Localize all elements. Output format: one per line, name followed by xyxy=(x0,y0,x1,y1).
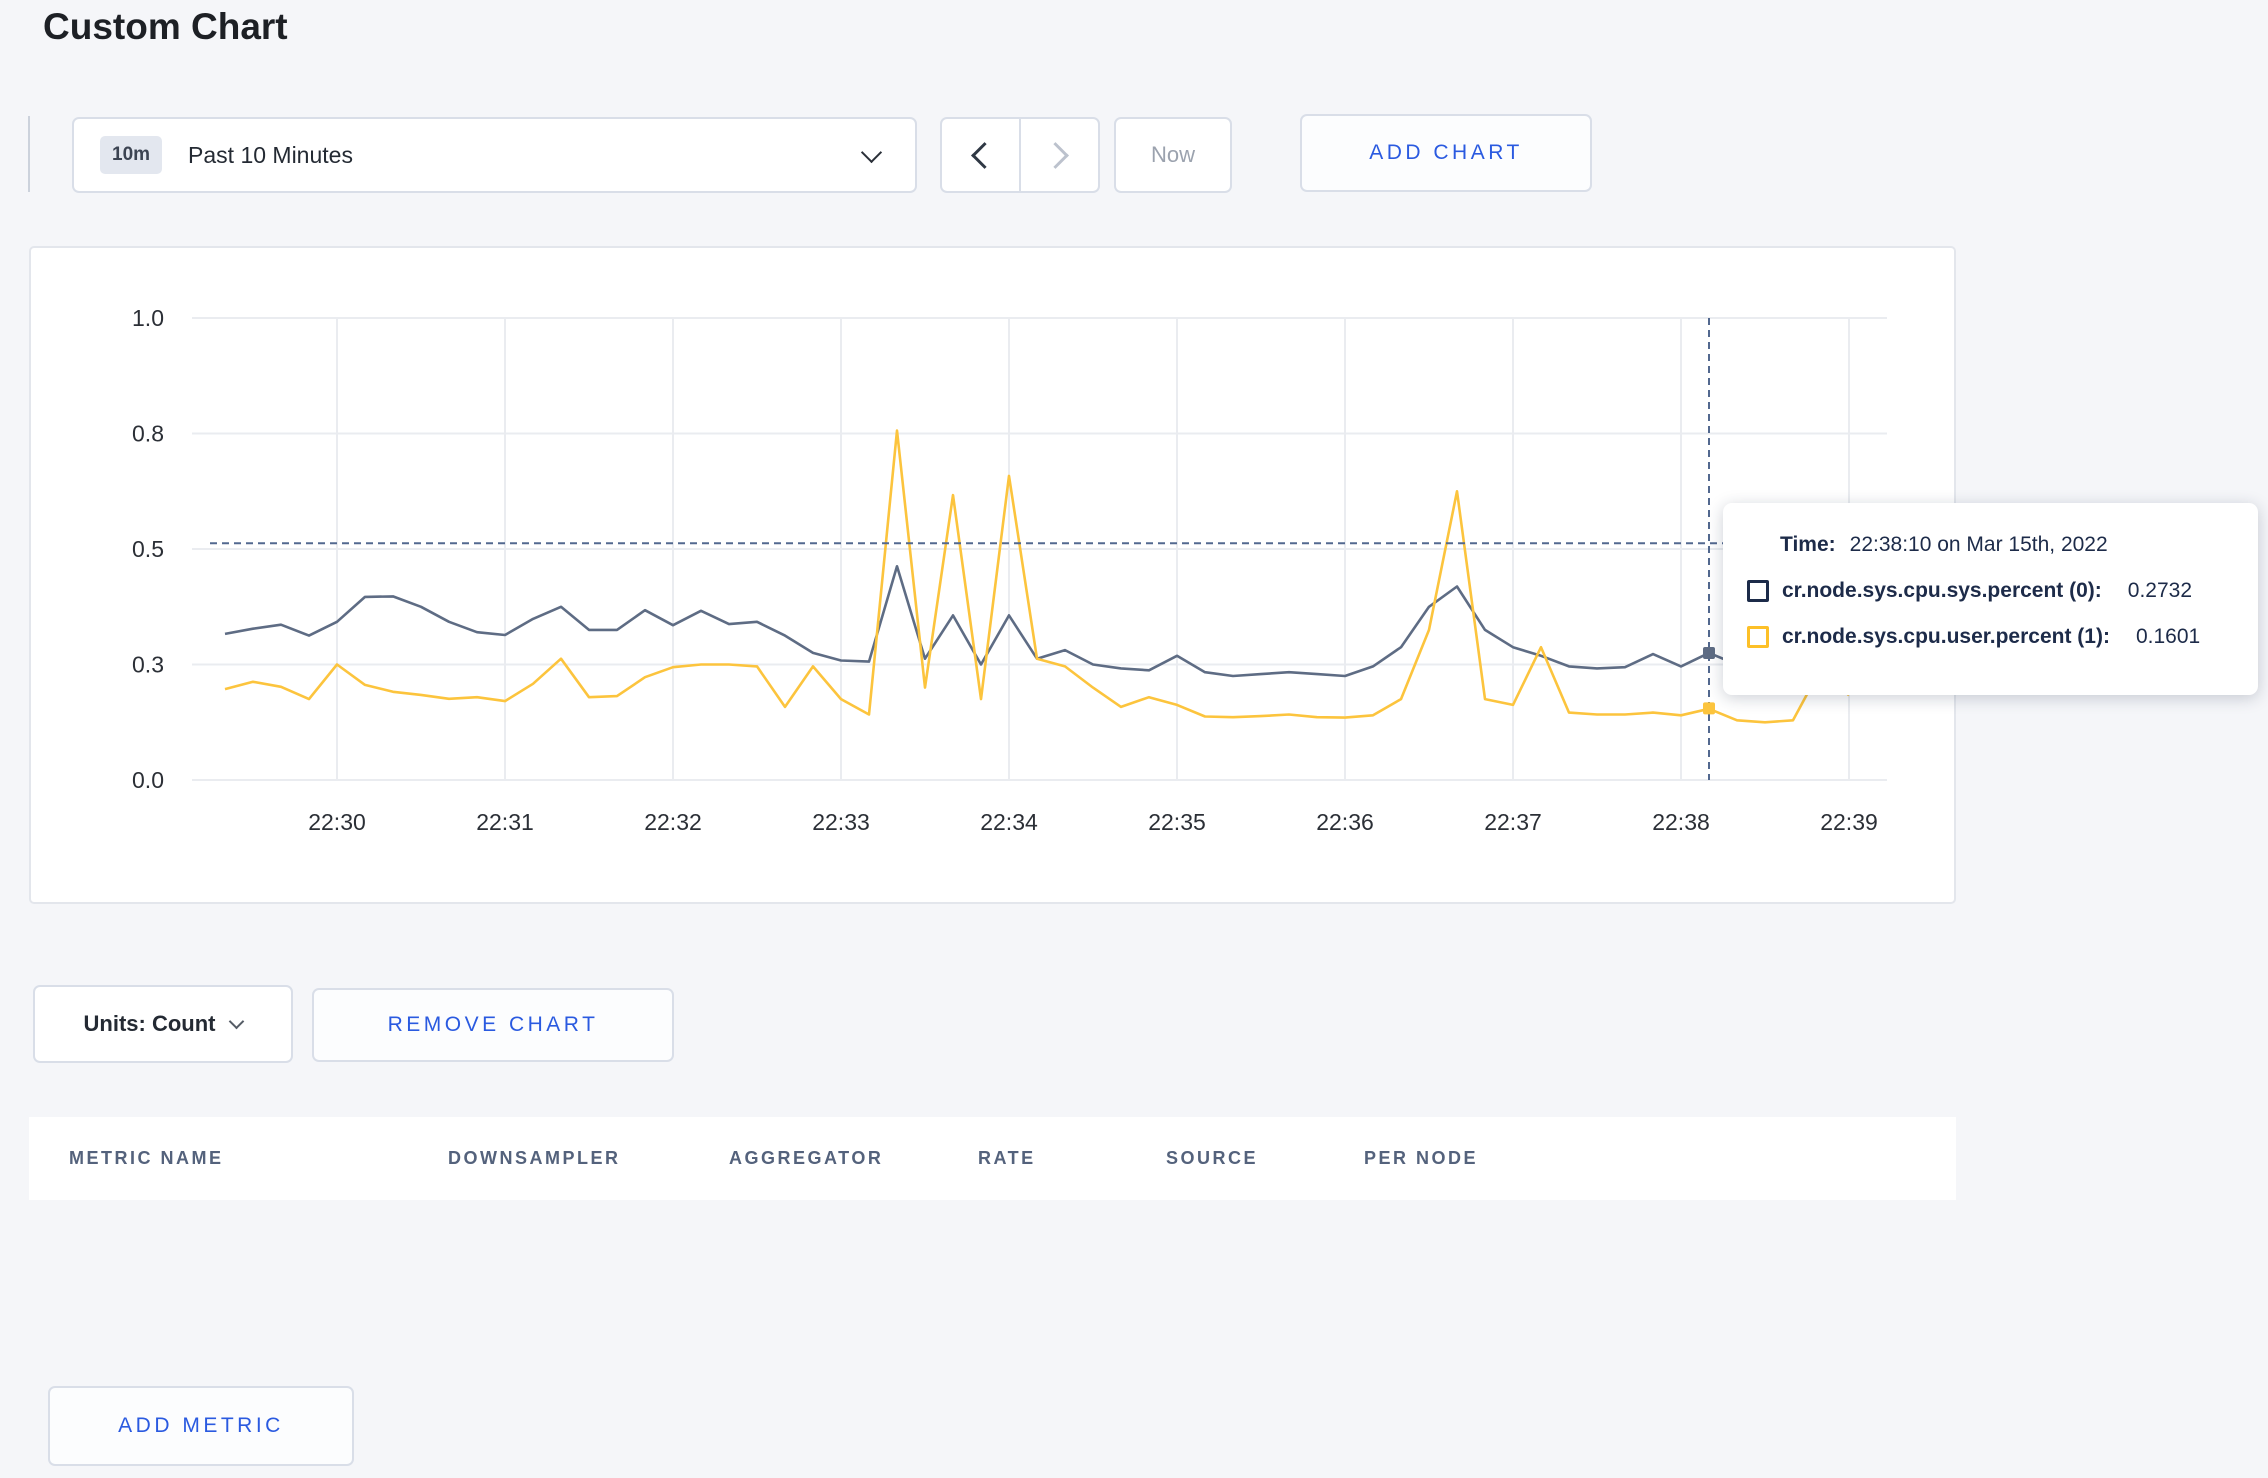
metrics-table-header: METRIC NAME DOWNSAMPLER AGGREGATOR RATE SOUR… xyxy=(29,1117,1956,1200)
user-series-swatch-icon xyxy=(1747,626,1769,648)
chart-tooltip: Time: 22:38:10 on Mar 15th, 2022 cr.node… xyxy=(1723,503,2258,695)
x-tick-label: 22:31 xyxy=(476,809,534,835)
x-tick-label: 22:37 xyxy=(1484,809,1542,835)
now-button[interactable]: Now xyxy=(1114,117,1232,193)
y-tick-label: 0.3 xyxy=(132,652,164,678)
y-tick-label: 0.8 xyxy=(132,421,164,447)
tooltip-time-value: 22:38:10 on Mar 15th, 2022 xyxy=(1849,533,2108,556)
series-line-1 xyxy=(224,429,1850,724)
add-chart-button[interactable]: ADD CHART xyxy=(1300,114,1592,192)
hover-marker xyxy=(1703,646,1715,659)
x-tick-label: 22:39 xyxy=(1820,809,1878,835)
prev-window-button[interactable] xyxy=(942,119,1019,191)
units-label: Units: Count xyxy=(83,1011,216,1036)
x-tick-label: 22:33 xyxy=(812,809,870,835)
sys-series-swatch-icon xyxy=(1747,580,1769,602)
column-header: DOWNSAMPLER xyxy=(448,1148,621,1168)
column-header: AGGREGATOR xyxy=(729,1148,884,1168)
chart-canvas[interactable]: 1.0 0.8 0.5 0.3 0.0 22:30 22:31 22:32 22:33 22:34… xyxy=(31,248,1958,906)
remove-chart-button[interactable]: REMOVE CHART xyxy=(312,988,674,1062)
tooltip-series-value: 0.2732 xyxy=(2127,579,2193,602)
x-tick-label: 22:34 xyxy=(980,809,1038,835)
hover-marker xyxy=(1703,702,1715,715)
chart-card: 1.0 0.8 0.5 0.3 0.0 22:30 22:31 22:32 22:33 22:34… xyxy=(29,246,1956,904)
column-header: SOURCE xyxy=(1166,1148,1259,1168)
tooltip-time-label: Time: xyxy=(1780,533,1836,556)
time-range-label: Past 10 Minutes xyxy=(188,141,353,168)
toolbar-divider xyxy=(28,116,30,192)
tooltip-series-label: cr.node.sys.cpu.sys.percent (0): xyxy=(1782,579,2102,602)
time-window-nav xyxy=(940,117,1100,193)
custom-chart-page: { "page": {"title": "Custom Chart"}, "to… xyxy=(0,0,2268,1478)
x-tick-label: 22:36 xyxy=(1316,809,1374,835)
time-scale-badge: 10m xyxy=(100,136,163,174)
x-tick-label: 22:38 xyxy=(1652,809,1710,835)
chevron-right-icon xyxy=(1042,141,1069,169)
chevron-left-icon xyxy=(971,141,998,169)
column-header: RATE xyxy=(978,1148,1036,1168)
x-tick-label: 22:30 xyxy=(308,809,366,835)
y-tick-label: 0.0 xyxy=(132,767,164,793)
page-title: Custom Chart xyxy=(43,6,288,47)
y-tick-label: 1.0 xyxy=(132,305,164,331)
column-header: METRIC NAME xyxy=(69,1148,224,1168)
tooltip-series-value: 0.1601 xyxy=(2135,625,2201,648)
next-window-button[interactable] xyxy=(1019,119,1098,191)
chevron-down-icon xyxy=(229,1013,245,1029)
add-metric-button[interactable]: ADD METRIC xyxy=(48,1386,354,1466)
chevron-down-icon xyxy=(860,141,883,164)
y-tick-label: 0.5 xyxy=(132,536,164,562)
time-range-select[interactable]: 10m Past 10 Minutes xyxy=(72,117,917,193)
x-tick-label: 22:35 xyxy=(1148,809,1206,835)
tooltip-series-label: cr.node.sys.cpu.user.percent (1): xyxy=(1782,625,2110,648)
x-tick-label: 22:32 xyxy=(644,809,702,835)
units-select[interactable]: Units: Count xyxy=(33,985,293,1063)
column-header: PER NODE xyxy=(1364,1148,1479,1168)
